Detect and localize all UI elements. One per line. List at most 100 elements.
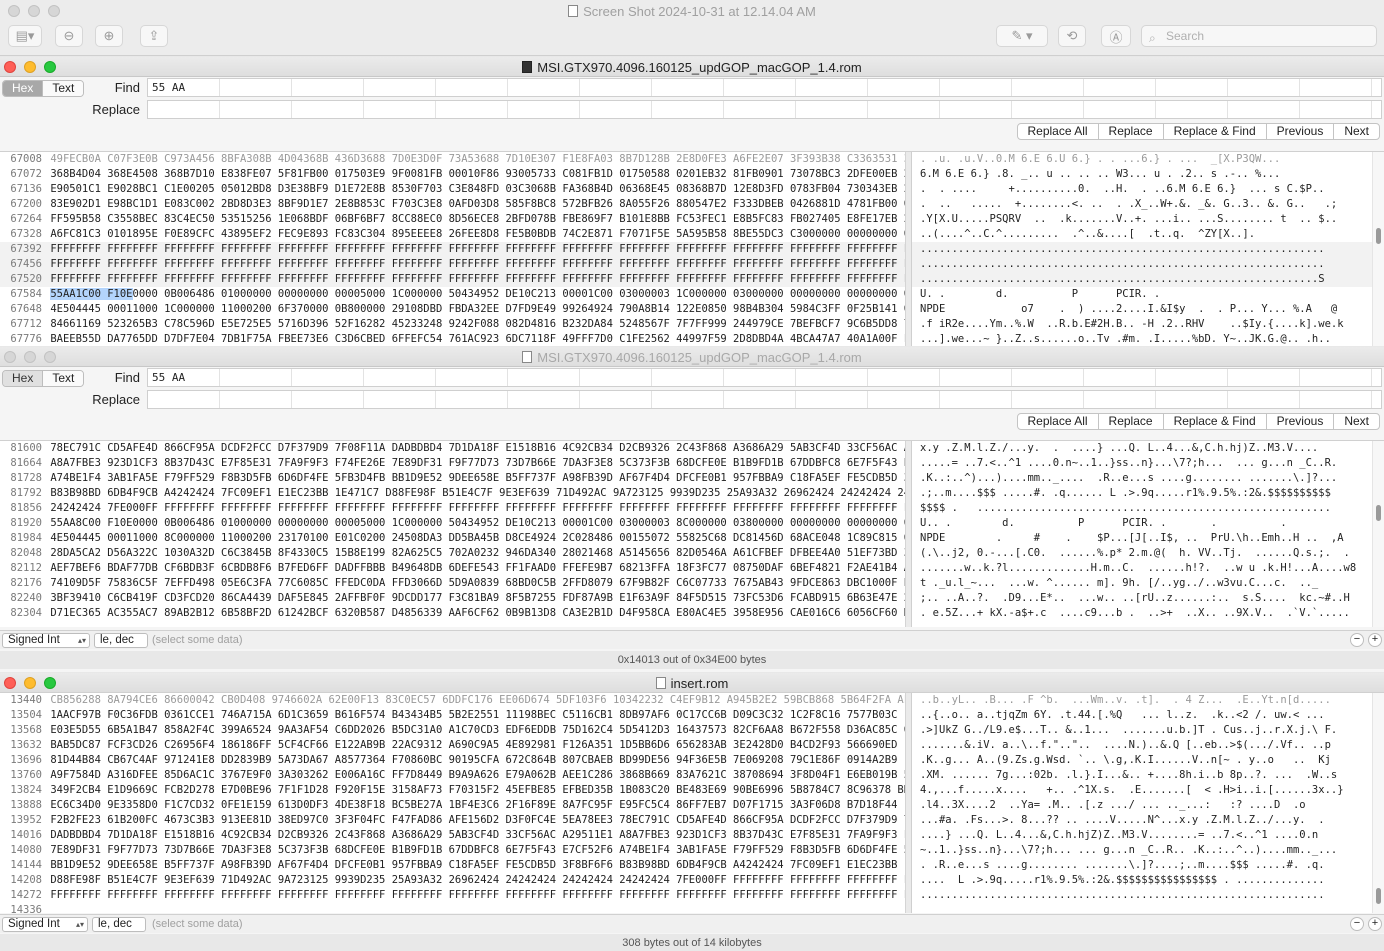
search-input[interactable]: ⌕ Search <box>1141 25 1377 47</box>
hex-pane[interactable]: 13440 CB856288 8A794CE6 86600042 CB0D408… <box>0 693 905 913</box>
row-offset: 67776 <box>10 333 42 345</box>
hex-row: 67392 FFFFFFFF FFFFFFFF FFFFFFFF FFFFFFF… <box>0 242 905 257</box>
row-bytes: E90501C1 E9028BC1 C1E00205 05012BD8 D3E3… <box>50 183 905 195</box>
hex-row: 14336 <box>0 903 905 913</box>
ascii-row: . .u. .u.V..0.M 6.E 6.U 6.} . . ...6.} .… <box>920 153 1281 165</box>
ascii-row: NPDE . # . $P...[J[..I$, .. PrU.\h..Emh.… <box>920 532 1344 544</box>
chevron-updown-icon: ▴▾ <box>75 920 84 929</box>
mode-hex-button[interactable]: Hex <box>3 81 43 96</box>
row-offset: 13824 <box>10 784 42 796</box>
row-offset: 81856 <box>10 502 42 514</box>
replace-and-find-button[interactable]: Replace & Find <box>1162 124 1266 139</box>
data-inspector-bar: Signed Int ▴▾ le, dec (select some data) … <box>0 630 1384 649</box>
hex-row: 13568 E03E5D55 6B5A1B47 858A2F4C 399A652… <box>0 723 905 738</box>
ascii-pane[interactable]: . .u. .u.V..0.M 6.E 6.U 6.} . . ...6.} .… <box>911 152 1372 346</box>
remove-icon[interactable]: − <box>1350 917 1364 931</box>
replace-input[interactable] <box>147 100 1382 119</box>
zoom-out-button[interactable]: ⊖ <box>55 25 83 47</box>
share-icon: ⇪ <box>148 28 160 43</box>
row-offset: 14208 <box>10 874 42 886</box>
replace-all-button[interactable]: Replace All <box>1018 414 1098 429</box>
document-icon <box>568 5 579 17</box>
hex-row: 67200 83E902D1 E98BC1D1 E083C002 2BD8D3E… <box>0 197 905 212</box>
add-icon[interactable]: + <box>1368 917 1382 931</box>
markup-button[interactable]: ✎ ▾ <box>996 25 1048 47</box>
hex-row: 67776 BAEEB55D DA7765DD D7DF7E04 7DB1F75… <box>0 332 905 346</box>
find-buttons: Replace All Replace Replace & Find Previ… <box>1016 123 1380 140</box>
rom-file-icon <box>522 351 533 363</box>
ascii-pane[interactable]: x.y .Z.M.l.Z./...y. . ....} ...Q. L..4..… <box>911 441 1372 627</box>
hex-row: 67648 4E504445 00011000 1C000000 1100020… <box>0 302 905 317</box>
vertical-scrollbar[interactable] <box>1372 152 1384 346</box>
hex-row: 67136 E90501C1 E9028BC1 C1E00205 05012BD… <box>0 182 905 197</box>
hex-pane[interactable]: 81600 78EC791C CD5AFE4D 866CF95A DCDF2FC… <box>0 441 905 627</box>
endian-select[interactable]: le, dec <box>92 917 146 932</box>
next-button[interactable]: Next <box>1333 124 1379 139</box>
row-bytes: 1AACF97B F0C36FDB 0361CCE1 746A715A 6D1C… <box>50 709 905 721</box>
row-bytes: 3BF39410 C6CB419F CD3FCD20 86CA4439 DAF5… <box>50 592 905 604</box>
replace-all-button[interactable]: Replace All <box>1018 124 1098 139</box>
add-icon[interactable]: + <box>1368 633 1382 647</box>
row-bytes: BAEEB55D DA7765DD D7DF7E04 7DB1F75A FBEE… <box>50 333 905 345</box>
hex-view[interactable]: 81600 78EC791C CD5AFE4D 866CF95A DCDF2FC… <box>0 440 1384 627</box>
row-offset: 82240 <box>10 592 42 604</box>
row-bytes: 81D44B84 CB67C4AF 971241E8 DD2839B9 5A73… <box>50 754 905 766</box>
document-icon <box>655 677 666 689</box>
row-bytes: FFFFFFFF FFFFFFFF FFFFFFFF FFFFFFFF FFFF… <box>50 258 905 270</box>
previous-button[interactable]: Previous <box>1265 414 1334 429</box>
next-button[interactable]: Next <box>1333 414 1379 429</box>
vertical-scrollbar[interactable] <box>1372 693 1384 913</box>
find-label: Find <box>114 80 140 95</box>
ascii-row: . . .... +..........0. ..H. . ..6.M 6.E … <box>920 183 1325 195</box>
row-offset: 81664 <box>10 457 42 469</box>
remove-icon[interactable]: − <box>1350 633 1364 647</box>
row-bytes: 24242424 7FE000FF FFFFFFFF FFFFFFFF FFFF… <box>50 502 905 514</box>
window-title: insert.rom <box>0 676 1384 691</box>
hex-row: 81664 A8A7FBE3 923D1CF3 8B37D43C E7F85E3… <box>0 456 905 471</box>
hex-window-1: MSI.GTX970.4096.160125_updGOP_macGOP_1.4… <box>0 57 1384 346</box>
replace-and-find-button[interactable]: Replace & Find <box>1162 414 1266 429</box>
hex-row: 67584 55AA1C00 F10E0000 0B006486 0100000… <box>0 287 905 302</box>
row-offset: 82112 <box>10 562 42 574</box>
replace-button[interactable]: Replace <box>1097 414 1163 429</box>
hex-view[interactable]: 13440 CB856288 8A794CE6 86600042 CB0D408… <box>0 692 1384 913</box>
zoom-in-button[interactable]: ⊕ <box>95 25 123 47</box>
hex-window-3: insert.rom 13440 CB856288 8A794CE6 86600… <box>0 673 1384 951</box>
rotate-button[interactable]: ⟲ <box>1058 25 1086 47</box>
mode-hex-button[interactable]: Hex <box>3 371 43 386</box>
zoom-in-icon: ⊕ <box>103 28 115 43</box>
markup-toolbar-button[interactable]: Ⓐ <box>1101 25 1131 47</box>
ascii-row: . .R..e...s ....g........ .......\.]?...… <box>920 859 1325 871</box>
vertical-scrollbar[interactable] <box>1372 441 1384 627</box>
sidebar-toggle-button[interactable]: ▤▾ <box>8 25 42 47</box>
ascii-pane[interactable]: ..b..yL.. .B... .F ^b. ...Wm..v. .t]. . … <box>911 693 1372 913</box>
ascii-row: t ._u.l_~... ...w. ^...... m]. 9h. [/..y… <box>920 577 1319 589</box>
hex-row: 67456 FFFFFFFF FFFFFFFF FFFFFFFF FFFFFFF… <box>0 257 905 272</box>
share-button[interactable]: ⇪ <box>140 25 168 47</box>
rotate-icon: ⟲ <box>1066 28 1078 43</box>
hex-row: 13440 CB856288 8A794CE6 86600042 CB0D408… <box>10 694 905 706</box>
replace-input[interactable] <box>147 390 1382 409</box>
selected-bytes[interactable]: 55AA1C00 F10E <box>50 288 133 300</box>
endian-select[interactable]: le, dec <box>94 633 148 648</box>
row-bytes: DADBDBD4 7D1DA18F E1518B16 4C92CB34 D2CB… <box>50 829 905 841</box>
row-bytes: BAB5DC87 FCF3CD26 C26956F4 186186FF 5CF4… <box>50 739 905 751</box>
ascii-row: 6.M 6.E 6.} .8. _.. u .. .. .. W3... u .… <box>920 168 1281 180</box>
hex-row: 14016 DADBDBD4 7D1DA18F E1518B16 4C92CB3… <box>0 828 905 843</box>
hex-view[interactable]: 67008 49FECB0A C07F3E0B C973A456 8BFA308… <box>0 151 1384 346</box>
number-type-select[interactable]: Signed Int ▴▾ <box>2 917 88 932</box>
row-bytes: A8A7FBE3 923D1CF3 8B37D43C E7F85E31 7FA9… <box>50 457 905 469</box>
preview-toolbar: Screen Shot 2024-10-31 at 12.14.04 AM ▤▾… <box>0 0 1384 56</box>
previous-button[interactable]: Previous <box>1265 124 1334 139</box>
hex-row: 81856 24242424 7FE000FF FFFFFFFF FFFFFFF… <box>0 501 905 516</box>
ascii-row: 4.,...f.....x.... +.. .^1X.s. .E.......[… <box>920 784 1344 796</box>
replace-button[interactable]: Replace <box>1097 124 1163 139</box>
find-input[interactable]: 55 AA <box>147 78 1382 97</box>
window-title: MSI.GTX970.4096.160125_updGOP_macGOP_1.4… <box>0 60 1384 75</box>
number-type-select[interactable]: Signed Int ▴▾ <box>2 633 90 648</box>
ascii-row: .l4..3X....2 ..Ya= .M.. .[.z .../ ... ..… <box>920 799 1306 811</box>
find-buttons: Replace All Replace Replace & Find Previ… <box>1016 413 1380 430</box>
find-input[interactable]: 55 AA <box>147 368 1382 387</box>
hex-pane[interactable]: 67008 49FECB0A C07F3E0B C973A456 8BFA308… <box>0 152 905 346</box>
row-offset: 67456 <box>10 258 42 270</box>
